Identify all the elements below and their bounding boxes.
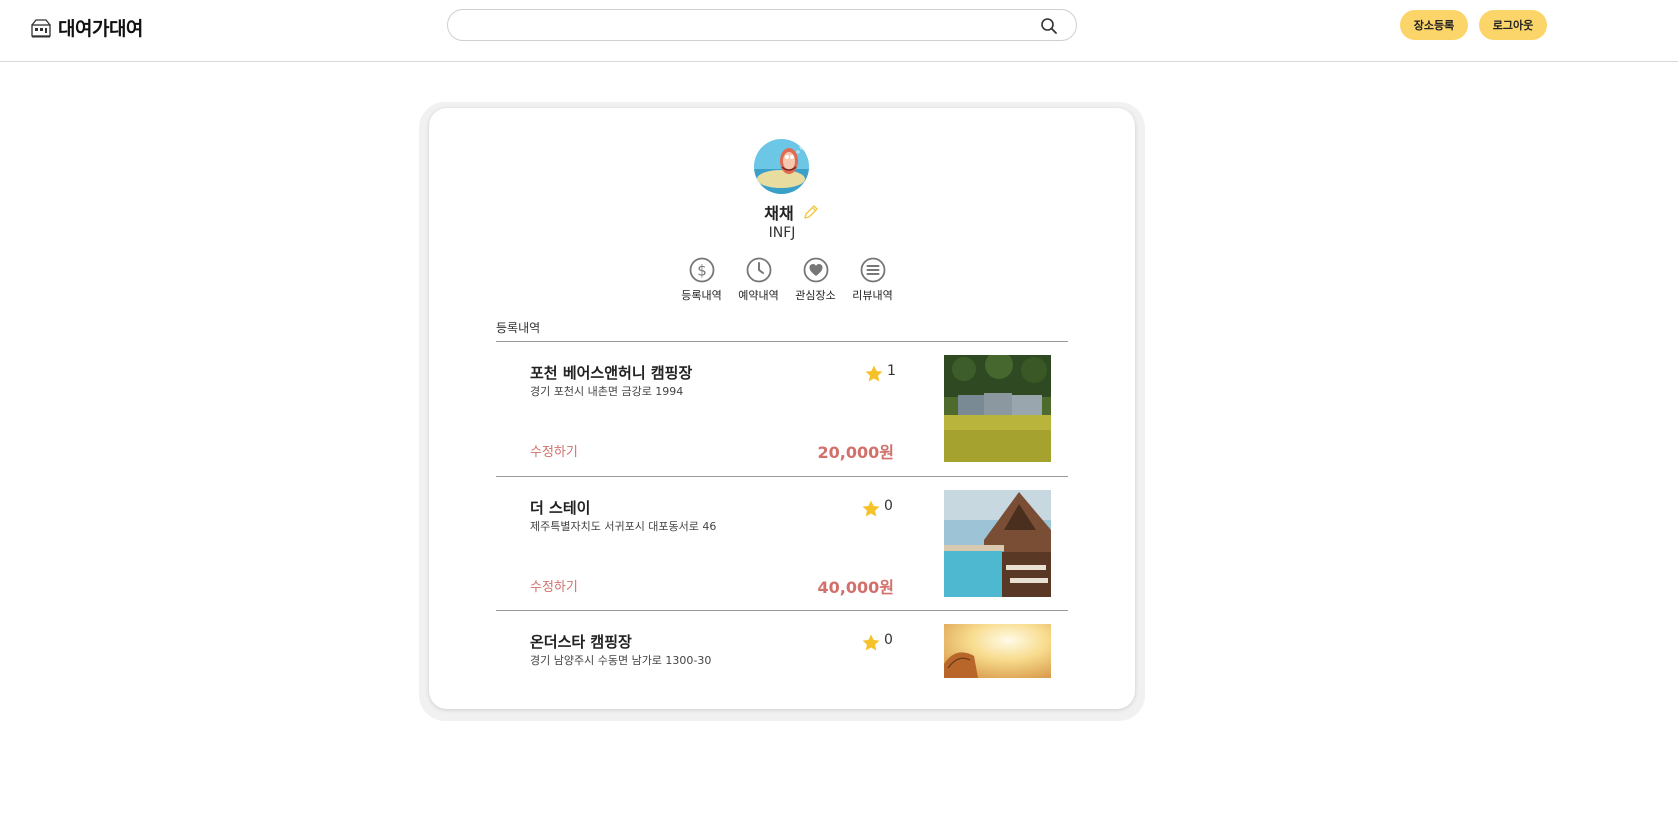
logo[interactable]: 대여가대여 xyxy=(30,14,143,41)
logo-text: 대여가대여 xyxy=(58,18,143,40)
avatar-image xyxy=(754,139,809,194)
profile-mbti: INFJ xyxy=(768,225,796,241)
camping-photo xyxy=(944,355,1051,462)
pencil-edit-icon[interactable] xyxy=(802,203,820,221)
item-address: 제주특별자치도 서귀포시 대포동서로 46 xyxy=(530,520,717,533)
mypage-card-frame: 채채 INFJ $ 등록내역 예약내역 관심장소 리뷰내역 등록내역 포천 베어… xyxy=(419,102,1145,721)
edit-button[interactable]: 수정하기 xyxy=(530,441,578,460)
list-item[interactable]: 온더스타 캠핑장 경기 남양주시 수동면 남가로 1300-30 0 xyxy=(496,611,1068,709)
top-header: 대여가대여 장소등록 로그아웃 xyxy=(0,0,1678,62)
list-item[interactable]: 포천 베어스앤허니 캠핑장 경기 포천시 내촌면 금강로 1994 1 수정하기… xyxy=(496,342,1068,476)
star-icon xyxy=(865,365,883,382)
list-item[interactable]: 더 스테이 제주특별자치도 서귀포시 대포동서로 46 0 수정하기 40,00… xyxy=(496,477,1068,611)
item-price: 40,000원 xyxy=(817,578,894,597)
item-address: 경기 포천시 내촌면 금강로 1994 xyxy=(530,385,684,398)
search-icon[interactable] xyxy=(1040,17,1058,35)
menu-registered[interactable]: $ 등록내역 xyxy=(673,257,730,303)
item-title[interactable]: 온더스타 캠핑장 xyxy=(530,631,632,652)
svg-text:$: $ xyxy=(697,262,707,280)
star-icon xyxy=(862,500,880,517)
search-input[interactable] xyxy=(462,16,1032,36)
star-icon xyxy=(862,634,880,651)
mypage-menu: $ 등록내역 예약내역 관심장소 리뷰내역 xyxy=(673,257,901,303)
list-circle-icon xyxy=(860,257,885,283)
logout-button[interactable]: 로그아웃 xyxy=(1479,10,1547,40)
menu-label: 리뷰내역 xyxy=(852,289,893,302)
item-address: 경기 남양주시 수동면 남가로 1300-30 xyxy=(530,654,712,667)
item-photo[interactable] xyxy=(944,490,1051,597)
profile-name-row: 채채 xyxy=(429,200,1135,224)
clock-icon xyxy=(746,257,771,283)
register-place-button[interactable]: 장소등록 xyxy=(1400,10,1468,40)
resort-photo xyxy=(944,490,1051,597)
item-rating: 1 xyxy=(887,363,896,379)
building-logo-icon xyxy=(31,18,51,37)
item-photo[interactable] xyxy=(944,624,1051,678)
dollar-circle-icon: $ xyxy=(689,257,714,283)
menu-reservations[interactable]: 예약내역 xyxy=(730,257,787,303)
sunset-camping-photo xyxy=(944,624,1051,678)
edit-button[interactable]: 수정하기 xyxy=(530,576,578,595)
menu-reviews[interactable]: 리뷰내역 xyxy=(844,257,901,303)
search-bar[interactable] xyxy=(447,9,1077,41)
menu-label: 등록내역 xyxy=(681,289,722,302)
item-price: 20,000원 xyxy=(817,443,894,462)
menu-label: 예약내역 xyxy=(738,289,779,302)
heart-circle-icon xyxy=(803,257,828,283)
item-title[interactable]: 더 스테이 xyxy=(530,497,590,518)
profile-name: 채채 xyxy=(764,204,794,223)
avatar[interactable] xyxy=(754,139,809,194)
item-title[interactable]: 포천 베어스앤허니 캠핑장 xyxy=(530,362,692,383)
mypage-card: 채채 INFJ $ 등록내역 예약내역 관심장소 리뷰내역 등록내역 포천 베어… xyxy=(429,108,1135,709)
menu-label: 관심장소 xyxy=(795,289,836,302)
item-rating: 0 xyxy=(884,632,893,648)
section-title: 등록내역 xyxy=(496,321,541,335)
item-rating: 0 xyxy=(884,498,893,514)
item-photo[interactable] xyxy=(944,355,1051,462)
menu-favorites[interactable]: 관심장소 xyxy=(787,257,844,303)
